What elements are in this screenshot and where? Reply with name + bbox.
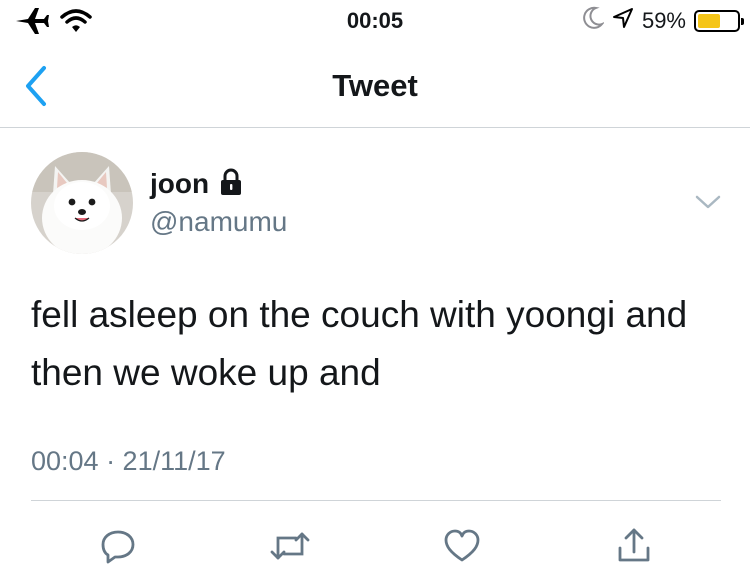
author-name[interactable]: joon: [150, 166, 209, 202]
reply-icon: [101, 530, 135, 564]
location-arrow-icon: [612, 7, 634, 34]
battery-icon: [694, 9, 744, 32]
author-handle[interactable]: @namumu: [150, 204, 287, 240]
status-bar: 00:05 59%: [0, 0, 750, 40]
divider: [31, 500, 721, 501]
tweet-text: fell asleep on the couch with yoongi and…: [31, 294, 688, 393]
share-icon: [618, 528, 650, 562]
retweet-icon: [270, 532, 310, 560]
avatar[interactable]: [31, 152, 133, 254]
battery-nub: [741, 17, 744, 25]
reply-button[interactable]: [96, 524, 140, 568]
nav-title: Tweet: [332, 68, 418, 103]
status-bar-right: 59%: [582, 6, 744, 35]
share-button[interactable]: [612, 524, 656, 568]
chevron-down-icon: [695, 195, 721, 209]
moon-icon: [582, 6, 605, 35]
lock-icon: [219, 168, 243, 201]
tweet-timestamp[interactable]: 00:04 · 21/11/17: [31, 446, 226, 477]
retweet-button[interactable]: [268, 524, 312, 568]
battery-fill: [698, 13, 721, 28]
battery-percent: 59%: [641, 7, 686, 33]
more-options-button[interactable]: [694, 192, 722, 212]
nav-bar: Tweet: [0, 44, 750, 128]
author-name-row[interactable]: joon: [150, 166, 243, 202]
like-icon: [444, 529, 480, 562]
like-button[interactable]: [440, 524, 484, 568]
